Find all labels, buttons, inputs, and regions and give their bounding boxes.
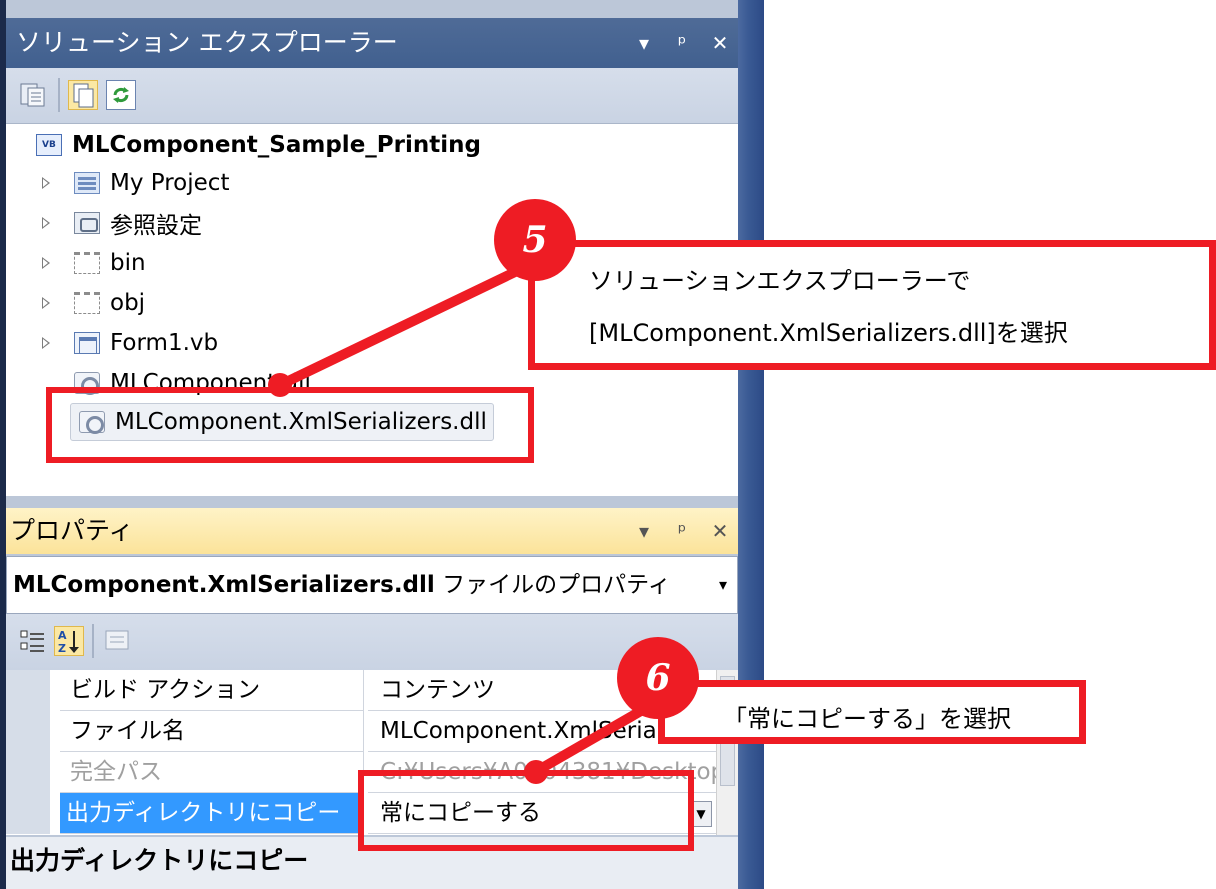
grid-gutter bbox=[6, 752, 50, 793]
expand-arrow-icon[interactable] bbox=[42, 257, 50, 269]
grid-gutter bbox=[6, 711, 50, 752]
object-name: MLComponent.XmlSerializers.dll bbox=[13, 572, 435, 598]
toolbar-separator bbox=[58, 78, 60, 112]
expand-arrow-icon[interactable] bbox=[42, 297, 50, 309]
grid-gutter bbox=[6, 670, 50, 711]
step5-callout-line1: ソリューションエクスプローラーで bbox=[589, 267, 971, 295]
step6-highlight-box bbox=[358, 770, 694, 851]
description-title: 出力ディレクトリにコピー bbox=[10, 846, 309, 875]
pane-splitter[interactable] bbox=[6, 496, 738, 508]
grid-gutter bbox=[6, 793, 50, 834]
solution-explorer-title-bar: ソリューション エクスプローラー ▾ ᵖ ✕ bbox=[6, 18, 738, 68]
tree-item-form1[interactable]: Form1.vb bbox=[74, 324, 218, 362]
property-name: 出力ディレクトリにコピー bbox=[60, 793, 364, 834]
step5-highlight-box bbox=[46, 387, 534, 463]
tree-root-project[interactable]: MLComponent_Sample_Printing bbox=[36, 126, 481, 164]
property-name: ファイル名 bbox=[60, 711, 364, 752]
properties-title-bar: プロパティ ▾ ᵖ ✕ bbox=[6, 508, 738, 554]
folder-icon bbox=[74, 252, 100, 274]
tree-item-references[interactable]: 参照設定 bbox=[74, 204, 202, 242]
properties-object-selector[interactable]: MLComponent.XmlSerializers.dll ファイルのプロパテ… bbox=[6, 556, 738, 614]
pin-icon[interactable]: ᵖ bbox=[672, 508, 692, 554]
refresh-icon[interactable] bbox=[106, 80, 136, 110]
close-icon[interactable]: ✕ bbox=[710, 18, 730, 68]
solution-explorer-title: ソリューション エクスプローラー bbox=[16, 28, 398, 57]
property-pages-icon[interactable] bbox=[102, 626, 132, 656]
tree-item-label: 参照設定 bbox=[110, 213, 202, 239]
solution-explorer-header-buttons: ▾ ᵖ ✕ bbox=[634, 18, 730, 68]
show-all-files-icon[interactable] bbox=[68, 80, 98, 110]
pin-icon[interactable]: ᵖ bbox=[672, 18, 692, 68]
tree-item-my-project[interactable]: My Project bbox=[74, 164, 229, 202]
step5-callout-line2: [MLComponent.XmlSerializers.dll]を選択 bbox=[589, 319, 1068, 347]
tree-item-label: obj bbox=[110, 290, 146, 316]
tree-item-label: bin bbox=[110, 250, 146, 276]
properties-icon[interactable] bbox=[18, 80, 48, 110]
step6-callout: 「常にコピーする」を選択 bbox=[658, 680, 1086, 744]
property-name: 完全パス bbox=[60, 752, 364, 793]
chevron-down-icon[interactable]: ▾ bbox=[719, 557, 727, 613]
form-icon bbox=[74, 332, 100, 354]
step5-callout: ソリューションエクスプローラーで [MLComponent.XmlSeriali… bbox=[528, 240, 1216, 370]
expand-arrow-icon[interactable] bbox=[42, 337, 50, 349]
expand-arrow-icon[interactable] bbox=[42, 177, 50, 189]
alphabetical-icon[interactable]: AZ bbox=[54, 626, 84, 656]
step6-callout-text: 「常にコピーする」を選択 bbox=[723, 705, 1011, 733]
property-name: ビルド アクション bbox=[60, 670, 364, 711]
categorized-icon[interactable] bbox=[18, 626, 48, 656]
properties-title: プロパティ bbox=[10, 516, 134, 545]
close-icon[interactable]: ✕ bbox=[710, 508, 730, 554]
references-icon bbox=[74, 212, 100, 234]
tree-item-obj[interactable]: obj bbox=[74, 284, 145, 322]
step5-number-badge: 5 bbox=[494, 199, 576, 281]
property-row-file-name[interactable]: ファイル名 MLComponent.XmlSerializers.dll bbox=[6, 711, 738, 752]
window-edge bbox=[738, 0, 764, 889]
vb-project-icon bbox=[36, 134, 62, 156]
step6-pointer-dot bbox=[524, 760, 548, 784]
step5-pointer-dot bbox=[268, 373, 292, 397]
toolbar-separator bbox=[92, 624, 94, 658]
properties-header-buttons: ▾ ᵖ ✕ bbox=[634, 508, 730, 554]
tree-item-label: Form1.vb bbox=[110, 330, 219, 356]
step6-number-badge: 6 bbox=[617, 637, 699, 719]
expand-arrow-icon[interactable] bbox=[42, 217, 50, 229]
solution-explorer-toolbar bbox=[6, 68, 738, 124]
object-suffix: ファイルのプロパティ bbox=[442, 572, 671, 598]
folder-icon bbox=[74, 292, 100, 314]
window-position-icon[interactable]: ▾ bbox=[634, 508, 654, 554]
tree-item-bin[interactable]: bin bbox=[74, 244, 146, 282]
svg-text:A: A bbox=[58, 629, 67, 642]
my-project-icon bbox=[74, 172, 100, 194]
tree-root-label: MLComponent_Sample_Printing bbox=[72, 132, 481, 158]
svg-text:Z: Z bbox=[58, 642, 66, 655]
window-position-icon[interactable]: ▾ bbox=[634, 18, 654, 68]
tree-item-label: My Project bbox=[110, 170, 230, 196]
